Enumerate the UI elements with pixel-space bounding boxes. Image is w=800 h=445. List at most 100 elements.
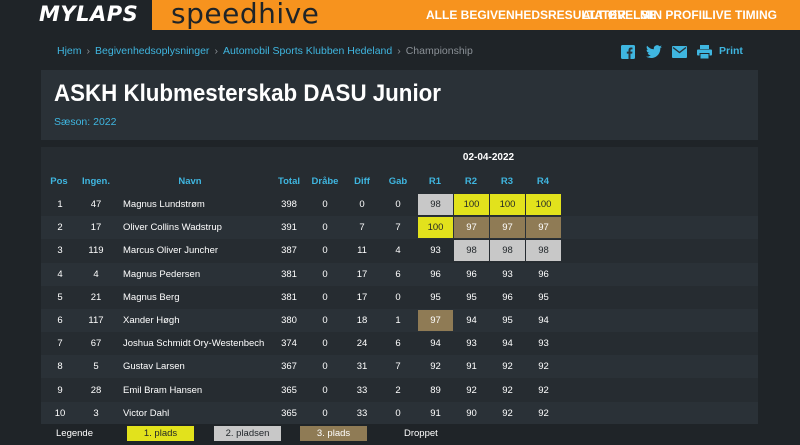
pos-cell: 10 (54, 407, 66, 419)
breadcrumb-club[interactable]: Automobil Sports Klubben Hedeland (223, 45, 392, 57)
round-3-cell: 98 (490, 240, 525, 262)
driver-name[interactable]: Marcus Oliver Juncher (123, 239, 283, 262)
col-header-diff[interactable]: Diff (346, 176, 378, 187)
pos-cell: 3 (57, 245, 63, 257)
driver-name[interactable]: Xander Høgh (123, 309, 283, 332)
drop-cell: 0 (322, 245, 328, 257)
gap-cell: 7 (395, 361, 401, 373)
brand-logo[interactable]: speedhive (171, 0, 319, 30)
driver-name[interactable]: Emil Bram Hansen (123, 379, 283, 402)
round-3-cell: 92 (502, 361, 513, 373)
table-row[interactable]: 3 119 Marcus Oliver Juncher 387 0 11 4 93 98 98 98 (41, 239, 758, 262)
col-header-name[interactable]: Navn (160, 176, 220, 187)
round-3-cell: 92 (502, 407, 513, 419)
round-4-cell: 95 (538, 291, 549, 303)
table-row[interactable]: 9 28 Emil Bram Hansen 365 0 33 2 89 92 92 92 (41, 379, 758, 402)
round-1-cell: 91 (430, 407, 441, 419)
nav-my-profile[interactable]: MIN PROFIL (640, 8, 709, 22)
table-row[interactable]: 6 117 Xander Høgh 380 0 18 1 97 94 95 94 (41, 309, 758, 332)
round-2-cell: 98 (454, 240, 489, 262)
pos-cell: 6 (57, 315, 63, 326)
total-cell: 398 (281, 199, 297, 210)
breadcrumb-current: Championship (405, 45, 473, 57)
total-cell: 381 (281, 268, 297, 280)
gap-cell: 0 (395, 407, 401, 419)
diff-cell: 18 (356, 315, 368, 326)
round-4-cell: 98 (526, 240, 561, 262)
round-3-cell: 95 (502, 315, 513, 326)
round-1-cell: 100 (418, 217, 453, 239)
round-2-cell: 90 (466, 407, 477, 419)
round-3-cell: 96 (502, 291, 513, 303)
breadcrumb-home[interactable]: Hjem (57, 45, 82, 57)
table-row[interactable]: 2 17 Oliver Collins Wadstrup 391 0 7 7 100 97 97 9… (41, 216, 758, 240)
round-4-cell: 100 (526, 194, 561, 215)
driver-name[interactable]: Magnus Lundstrøm (123, 193, 283, 216)
col-header-number[interactable]: Ingen. (76, 176, 116, 187)
twitter-icon[interactable] (646, 44, 662, 60)
round-2-cell: 91 (466, 361, 477, 373)
round-1-cell: 97 (418, 310, 453, 331)
round-4-cell: 94 (538, 315, 549, 326)
season-label[interactable]: Sæson: 2022 (54, 116, 116, 128)
col-header-r2[interactable]: R2 (453, 176, 489, 187)
print-icon[interactable] (697, 44, 712, 60)
col-header-gap[interactable]: Gab (382, 176, 414, 187)
col-header-r1[interactable]: R1 (417, 176, 453, 187)
round-2-cell: 93 (466, 338, 477, 350)
table-row[interactable]: 8 5 Gustav Larsen 367 0 31 7 92 91 92 92 (41, 355, 758, 379)
mylaps-logo[interactable]: MYLAPS (0, 0, 152, 30)
gap-cell: 1 (395, 315, 401, 326)
legend-second-place: 2. pladsen (214, 426, 281, 441)
drop-cell: 0 (322, 338, 328, 350)
drop-cell: 0 (322, 222, 328, 234)
nav-live-timing[interactable]: LIVE TIMING (705, 8, 777, 22)
round-2-cell: 100 (454, 194, 489, 215)
col-header-drop[interactable]: Dråbe (308, 176, 342, 187)
drop-cell: 0 (322, 361, 328, 373)
driver-name[interactable]: Gustav Larsen (123, 355, 283, 378)
driver-name[interactable]: Victor Dahl (123, 402, 283, 425)
table-row[interactable]: 1 47 Magnus Lundstrøm 398 0 0 0 98 100 100 100 (41, 193, 758, 216)
col-header-pos[interactable]: Pos (44, 176, 74, 187)
pos-cell: 4 (57, 268, 63, 280)
driver-name[interactable]: Magnus Berg (123, 286, 283, 309)
diff-cell: 17 (356, 268, 368, 280)
gap-cell: 2 (395, 384, 401, 396)
total-cell: 365 (281, 407, 297, 419)
table-row[interactable]: 5 21 Magnus Berg 381 0 17 0 95 95 96 95 (41, 286, 758, 309)
facebook-icon[interactable] (621, 44, 635, 60)
col-header-r4[interactable]: R4 (525, 176, 561, 187)
table-row[interactable]: 7 67 Joshua Schmidt Ory-Westenbech 374 0 24 6 9… (41, 332, 758, 355)
col-header-r3[interactable]: R3 (489, 176, 525, 187)
number-cell: 5 (93, 361, 99, 373)
total-cell: 387 (281, 245, 297, 257)
col-header-total[interactable]: Total (272, 176, 306, 187)
gap-cell: 7 (395, 222, 401, 234)
table-row[interactable]: 10 3 Victor Dahl 365 0 33 0 91 90 92 92 (41, 401, 758, 425)
drop-cell: 0 (322, 407, 328, 419)
number-cell: 117 (88, 315, 104, 326)
diff-cell: 31 (356, 361, 368, 373)
round-3-cell: 100 (490, 194, 525, 215)
number-cell: 21 (90, 291, 102, 303)
diff-cell: 11 (357, 245, 367, 257)
driver-name[interactable]: Magnus Pedersen (123, 263, 283, 286)
table-row[interactable]: 4 4 Magnus Pedersen 381 0 17 6 96 96 93 96 (41, 262, 758, 286)
round-1-cell: 94 (430, 338, 441, 350)
round-3-cell: 94 (502, 338, 513, 350)
pos-cell: 1 (57, 199, 63, 210)
round-3-cell: 97 (490, 217, 525, 239)
gap-cell: 4 (395, 245, 401, 257)
drop-cell: 0 (322, 291, 328, 303)
driver-name[interactable]: Oliver Collins Wadstrup (123, 216, 283, 239)
race-date: 02-04-2022 (462, 152, 515, 163)
print-link[interactable]: Print (719, 45, 743, 57)
mail-icon[interactable] (672, 44, 687, 60)
round-1-cell: 89 (430, 384, 441, 396)
round-4-cell: 92 (538, 361, 549, 373)
legend-label: Legende (56, 428, 93, 439)
round-2-cell: 95 (466, 291, 477, 303)
driver-name[interactable]: Joshua Schmidt Ory-Westenbech (123, 332, 283, 355)
breadcrumb-event-info[interactable]: Begivenhedsoplysninger (95, 45, 209, 57)
